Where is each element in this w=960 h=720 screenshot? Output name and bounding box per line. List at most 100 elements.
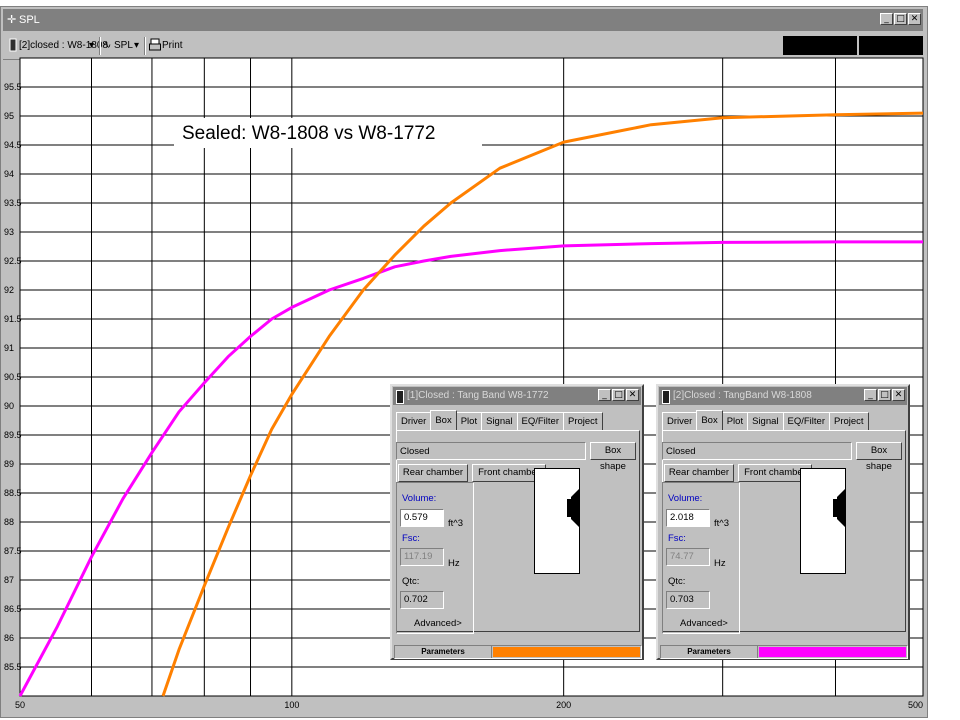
tab-driver[interactable]: Driver	[396, 412, 432, 431]
minimize-icon: _	[884, 14, 889, 24]
tab-driver[interactable]: Driver	[662, 412, 698, 431]
tab-signal[interactable]: Signal	[747, 412, 784, 431]
status-bar: Parameters	[394, 645, 642, 659]
y-tick-label: 90.5	[4, 372, 22, 382]
maximize-icon: □	[896, 14, 905, 24]
status-bar: Parameters	[660, 645, 908, 659]
y-tick-label: 88	[4, 517, 14, 527]
volume-label: Volume:	[668, 493, 703, 504]
tab-box[interactable]: Box	[430, 410, 457, 430]
y-tick-label: 93	[4, 227, 14, 237]
driver-dialog-1: [1]Closed : Tang Band W8-1772 _ □ ✕ Driv…	[390, 384, 644, 660]
driver-icon	[396, 390, 404, 404]
fsc-value: 117.19	[400, 548, 444, 566]
close-button[interactable]: ✕	[908, 13, 921, 25]
box-diagram	[534, 468, 580, 574]
y-tick-label: 91.5	[4, 314, 22, 324]
dialog-title: [1]Closed : Tang Band W8-1772	[407, 390, 549, 401]
qtc-label: Qtc:	[402, 576, 420, 587]
qtc-label: Qtc:	[668, 576, 686, 587]
driver-icon	[662, 390, 670, 404]
maximize-icon: □	[614, 390, 623, 400]
close-button[interactable]: ✕	[892, 389, 905, 401]
maximize-icon: □	[880, 390, 889, 400]
minimize-button[interactable]: _	[598, 389, 611, 401]
close-button[interactable]: ✕	[626, 389, 639, 401]
y-tick-label: 91	[4, 343, 14, 353]
tab-strip: Driver Box Plot Signal EQ/Filter Project	[396, 410, 603, 431]
close-icon: ✕	[628, 390, 637, 400]
x-tick-label: 100	[284, 700, 299, 710]
y-tick-label: 88.5	[4, 488, 22, 498]
close-icon: ✕	[910, 14, 919, 24]
y-tick-label: 86	[4, 633, 14, 643]
volume-unit: ft^3	[714, 518, 730, 529]
volume-unit: ft^3	[448, 518, 464, 529]
rear-chamber-button[interactable]: Rear chamber	[398, 464, 468, 482]
window-title: SPL	[19, 14, 40, 26]
fsc-label: Fsc:	[668, 533, 686, 544]
tab-eq-filter[interactable]: EQ/Filter	[782, 412, 830, 431]
status-label: Parameters	[661, 646, 758, 658]
y-tick-label: 90	[4, 401, 14, 411]
fsc-unit: Hz	[448, 558, 460, 569]
fsc-unit: Hz	[714, 558, 726, 569]
series-color-swatch	[759, 647, 906, 657]
tab-project[interactable]: Project	[829, 412, 869, 431]
x-tick-label: 500	[908, 700, 923, 710]
y-tick-label: 92	[4, 285, 14, 295]
status-label: Parameters	[395, 646, 492, 658]
speaker-icon	[567, 489, 579, 527]
minimize-icon: _	[602, 390, 607, 400]
minimize-button[interactable]: _	[864, 389, 877, 401]
maximize-button[interactable]: □	[612, 389, 625, 401]
advanced-button[interactable]: Advanced>	[680, 618, 728, 629]
crosshair-icon: ✛	[7, 14, 17, 26]
speaker-icon	[833, 489, 845, 527]
series-color-swatch	[493, 647, 640, 657]
maximize-button[interactable]: □	[878, 389, 891, 401]
box-shape-button[interactable]: Box shape	[590, 442, 636, 472]
advanced-button[interactable]: Advanced>	[414, 618, 462, 629]
qtc-value: 0.702	[400, 591, 444, 609]
x-tick-label: 200	[556, 700, 571, 710]
box-shape-field: Closed	[396, 442, 586, 460]
volume-input[interactable]: 2.018	[666, 509, 710, 527]
box-shape-field: Closed	[662, 442, 852, 460]
fsc-value: 74.77	[666, 548, 710, 566]
qtc-value: 0.703	[666, 591, 710, 609]
y-tick-label: 86.5	[4, 604, 22, 614]
box-shape-button[interactable]: Box shape	[856, 442, 902, 472]
rear-chamber-button[interactable]: Rear chamber	[664, 464, 734, 482]
driver-dialog-2: [2]Closed : TangBand W8-1808 _ □ ✕ Drive…	[656, 384, 910, 660]
y-tick-label: 87	[4, 575, 14, 585]
y-tick-label: 94.5	[4, 140, 22, 150]
tab-eq-filter[interactable]: EQ/Filter	[516, 412, 564, 431]
tab-plot[interactable]: Plot	[721, 412, 749, 431]
tab-box[interactable]: Box	[696, 410, 723, 430]
tab-strip: Driver Box Plot Signal EQ/Filter Project	[662, 410, 869, 431]
close-icon: ✕	[894, 390, 903, 400]
y-tick-label: 87.5	[4, 546, 22, 556]
minimize-button[interactable]: _	[880, 13, 893, 25]
volume-label: Volume:	[402, 493, 437, 504]
y-tick-label: 95.5	[4, 82, 22, 92]
y-tick-label: 89.5	[4, 430, 22, 440]
dialog-title: [2]Closed : TangBand W8-1808	[673, 390, 812, 401]
box-diagram	[800, 468, 846, 574]
maximize-button[interactable]: □	[894, 13, 907, 25]
y-tick-label: 94	[4, 169, 14, 179]
x-tick-label: 50	[15, 700, 25, 710]
minimize-icon: _	[868, 390, 873, 400]
fsc-label: Fsc:	[402, 533, 420, 544]
tab-signal[interactable]: Signal	[481, 412, 518, 431]
y-tick-label: 93.5	[4, 198, 22, 208]
tab-project[interactable]: Project	[563, 412, 603, 431]
y-tick-label: 92.5	[4, 256, 22, 266]
y-tick-label: 85.5	[4, 662, 22, 672]
y-tick-label: 89	[4, 459, 14, 469]
y-tick-label: 95	[4, 111, 14, 121]
volume-input[interactable]: 0.579	[400, 509, 444, 527]
tab-plot[interactable]: Plot	[455, 412, 483, 431]
title-bar[interactable]: ✛ SPL _ □ ✕	[3, 9, 923, 31]
